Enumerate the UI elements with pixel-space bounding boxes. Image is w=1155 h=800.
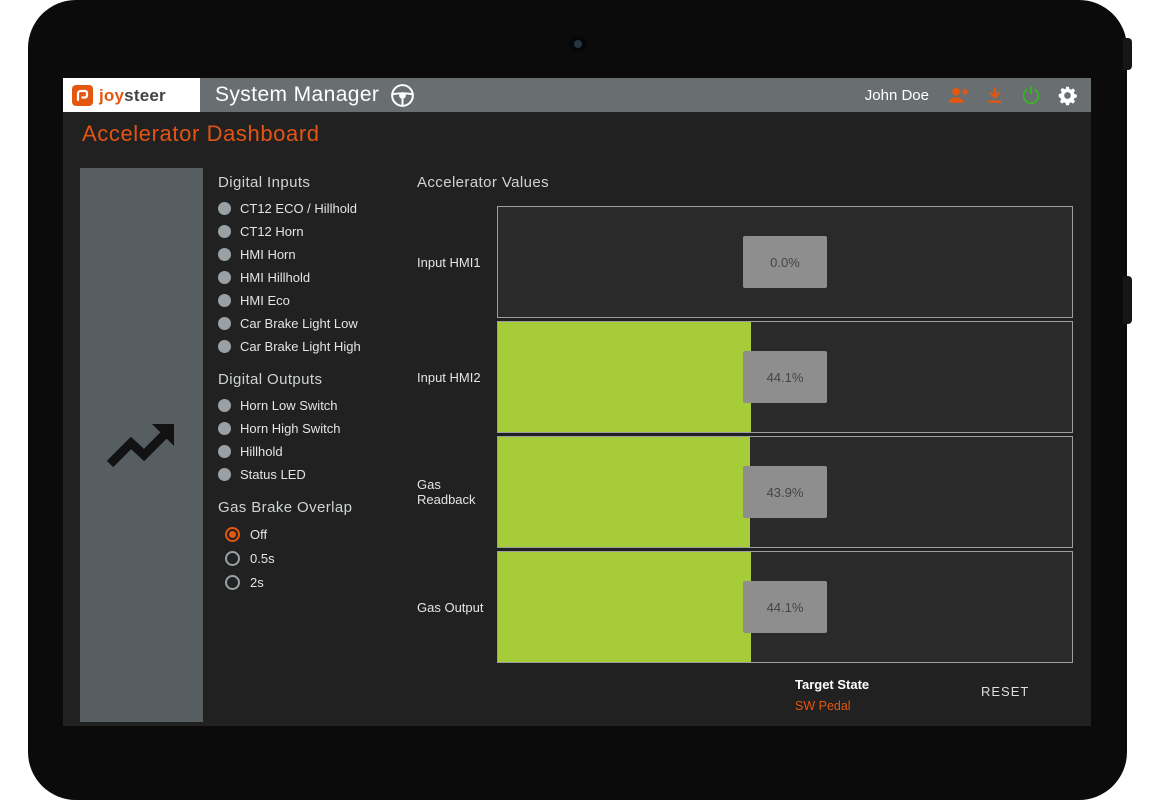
indicator-label: CT12 ECO / Hillhold xyxy=(240,201,357,216)
radio-icon xyxy=(225,575,240,590)
value-bars: Input HMI1 0.0% Input HMI2 44.1% Gas Rea… xyxy=(417,206,1073,666)
bar-fill xyxy=(498,552,751,662)
bar-value-chip: 43.9% xyxy=(743,466,827,518)
reset-button[interactable]: RESET xyxy=(973,680,1037,703)
target-state: Target State SW Pedal xyxy=(795,677,869,713)
led-dot-icon xyxy=(218,202,231,215)
bar-label: Gas Output xyxy=(417,551,497,663)
add-user-icon[interactable] xyxy=(947,84,970,107)
bar-label: Input HMI2 xyxy=(417,321,497,433)
indicator-label: HMI Hillhold xyxy=(240,270,310,285)
joysteer-logo-text: joysteer xyxy=(99,87,166,104)
bar-fill xyxy=(498,437,750,547)
indicator-label: Status LED xyxy=(240,467,306,482)
bar-label: Input HMI1 xyxy=(417,206,497,318)
bar-fill xyxy=(498,322,751,432)
indicator-label: Hillhold xyxy=(240,444,283,459)
led-dot-icon xyxy=(218,294,231,307)
app-bar-main: System Manager John Doe xyxy=(200,78,1091,112)
indicator-label: Horn Low Switch xyxy=(240,398,338,413)
led-dot-icon xyxy=(218,225,231,238)
device-power-button[interactable] xyxy=(1123,38,1132,70)
page-title: Accelerator Dashboard xyxy=(82,121,320,147)
radio-label: 0.5s xyxy=(250,551,275,566)
indicator-label: Horn High Switch xyxy=(240,421,340,436)
bar-value-chip: 0.0% xyxy=(743,236,827,288)
bar-track: 44.1% xyxy=(497,551,1073,663)
bar-track: 44.1% xyxy=(497,321,1073,433)
indicator-label: Car Brake Light High xyxy=(240,339,361,354)
download-icon[interactable] xyxy=(985,85,1005,105)
value-bar-row: Input HMI1 0.0% xyxy=(417,206,1073,318)
led-dot-icon xyxy=(218,399,231,412)
tablet-frame: joysteer System Manager John Doe xyxy=(28,0,1127,800)
radio-label: Off xyxy=(250,527,267,542)
led-dot-icon xyxy=(218,468,231,481)
steering-wheel-icon xyxy=(389,82,416,109)
led-dot-icon xyxy=(218,317,231,330)
indicator-label: HMI Eco xyxy=(240,293,290,308)
indicator-label: CT12 Horn xyxy=(240,224,304,239)
value-bar-row: Gas Readback 43.9% xyxy=(417,436,1073,548)
trending-up-chart-icon xyxy=(105,416,179,474)
joysteer-logo: joysteer xyxy=(63,78,200,112)
radio-label: 2s xyxy=(250,575,264,590)
radio-icon xyxy=(225,551,240,566)
accelerator-values-section: Accelerator Values Input HMI1 0.0% Input… xyxy=(417,174,1073,726)
led-dot-icon xyxy=(218,422,231,435)
target-state-label: Target State xyxy=(795,677,869,692)
camera-dot xyxy=(569,35,587,53)
dashboard-content: Accelerator Dashboard Digital Inputs CT1… xyxy=(63,112,1091,726)
led-dot-icon xyxy=(218,248,231,261)
indicator-label: HMI Horn xyxy=(240,247,296,262)
settings-gear-icon[interactable] xyxy=(1057,85,1078,106)
device-volume-button[interactable] xyxy=(1123,276,1132,324)
bar-track: 43.9% xyxy=(497,436,1073,548)
bar-value-chip: 44.1% xyxy=(743,581,827,633)
led-dot-icon xyxy=(218,445,231,458)
radio-icon xyxy=(225,527,240,542)
bar-track: 0.0% xyxy=(497,206,1073,318)
value-bar-row: Gas Output 44.1% xyxy=(417,551,1073,663)
led-dot-icon xyxy=(218,271,231,284)
power-icon[interactable] xyxy=(1020,84,1042,106)
value-bar-row: Input HMI2 44.1% xyxy=(417,321,1073,433)
bar-label: Gas Readback xyxy=(417,436,497,548)
user-name: John Doe xyxy=(865,87,929,104)
target-state-value: SW Pedal xyxy=(795,699,869,713)
accelerator-values-title: Accelerator Values xyxy=(417,174,1073,191)
app-title: System Manager xyxy=(215,83,379,107)
joysteer-logo-icon xyxy=(72,85,93,106)
bar-value-chip: 44.1% xyxy=(743,351,827,403)
indicator-label: Car Brake Light Low xyxy=(240,316,358,331)
led-dot-icon xyxy=(218,340,231,353)
app-bar: joysteer System Manager John Doe xyxy=(63,78,1091,112)
sidebar-nav-panel[interactable] xyxy=(80,168,203,722)
screen: joysteer System Manager John Doe xyxy=(63,78,1091,726)
app-bar-actions: John Doe xyxy=(865,84,1078,107)
